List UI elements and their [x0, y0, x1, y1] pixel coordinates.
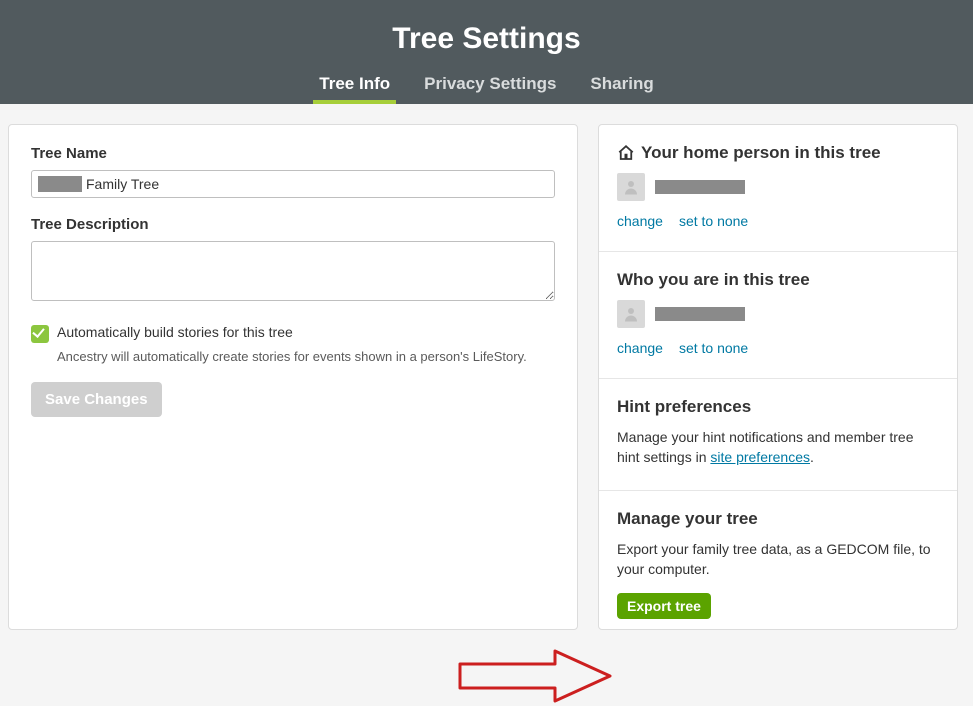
- home-person-section: Your home person in this tree change set…: [599, 125, 957, 252]
- hint-preferences-section: Hint preferences Manage your hint notifi…: [599, 379, 957, 491]
- export-tree-button[interactable]: Export tree: [617, 593, 711, 619]
- manage-tree-title: Manage your tree: [617, 509, 758, 529]
- manage-tree-section: Manage your tree Export your family tree…: [599, 491, 957, 630]
- page-header: Tree Settings Tree Info Privacy Settings…: [0, 0, 973, 104]
- annotation-arrow-icon: [455, 646, 615, 706]
- save-changes-button[interactable]: Save Changes: [31, 382, 162, 417]
- tree-desc-label: Tree Description: [31, 216, 555, 233]
- site-preferences-link[interactable]: site preferences: [710, 449, 810, 465]
- redacted-person-name: [655, 307, 745, 321]
- tree-name-label: Tree Name: [31, 145, 555, 162]
- home-person-title: Your home person in this tree: [641, 143, 881, 163]
- tree-name-value: Family Tree: [86, 176, 159, 192]
- home-icon: [617, 144, 635, 162]
- tabs: Tree Info Privacy Settings Sharing: [0, 74, 973, 104]
- tree-desc-input[interactable]: [31, 241, 555, 301]
- redacted-text: [38, 176, 82, 192]
- tab-sharing[interactable]: Sharing: [584, 74, 659, 104]
- home-person-set-none-link[interactable]: set to none: [679, 213, 748, 229]
- page-title: Tree Settings: [0, 22, 973, 56]
- hint-prefs-title: Hint preferences: [617, 397, 751, 417]
- auto-stories-checkbox[interactable]: [31, 325, 49, 343]
- auto-stories-desc: Ancestry will automatically create stori…: [57, 349, 555, 364]
- avatar-icon: [617, 173, 645, 201]
- avatar-icon: [617, 300, 645, 328]
- tree-info-form: Tree Name Family Tree Tree Description A…: [8, 124, 578, 630]
- tab-privacy-settings[interactable]: Privacy Settings: [418, 74, 562, 104]
- home-person-change-link[interactable]: change: [617, 213, 663, 229]
- side-panel: Your home person in this tree change set…: [598, 124, 958, 630]
- who-you-are-title: Who you are in this tree: [617, 270, 810, 290]
- who-you-are-section: Who you are in this tree change set to n…: [599, 252, 957, 379]
- who-you-are-set-none-link[interactable]: set to none: [679, 340, 748, 356]
- tree-name-input[interactable]: Family Tree: [31, 170, 555, 198]
- manage-tree-desc: Export your family tree data, as a GEDCO…: [617, 539, 939, 580]
- tab-tree-info[interactable]: Tree Info: [313, 74, 396, 104]
- auto-stories-label: Automatically build stories for this tre…: [57, 324, 293, 340]
- who-you-are-change-link[interactable]: change: [617, 340, 663, 356]
- redacted-person-name: [655, 180, 745, 194]
- hint-prefs-desc-suffix: .: [810, 449, 814, 465]
